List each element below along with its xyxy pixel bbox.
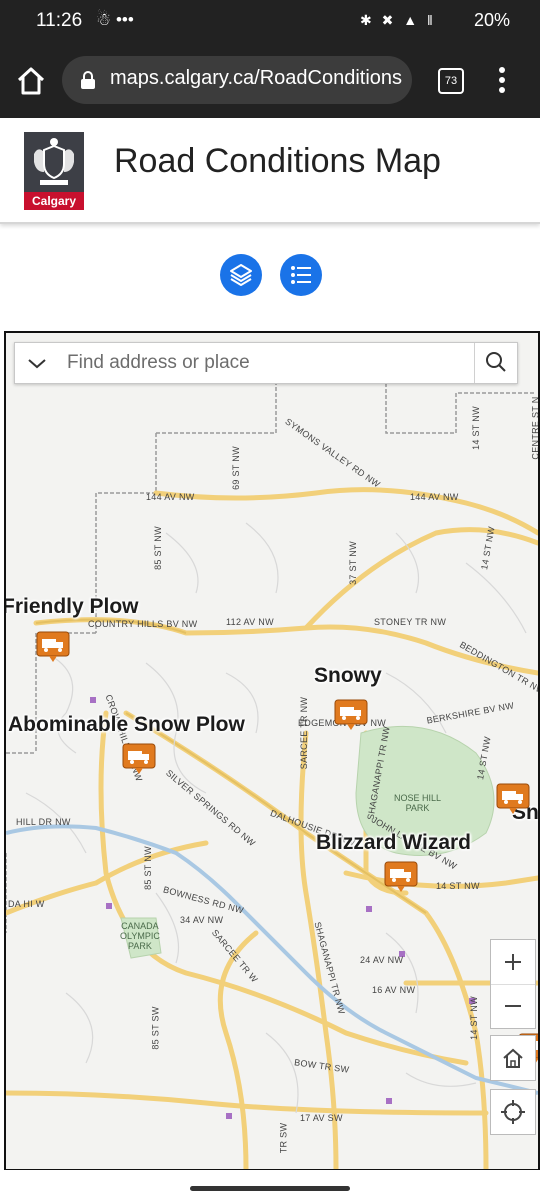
- search-button[interactable]: [474, 343, 517, 383]
- app-header: Calgary Road Conditions Map: [0, 118, 540, 224]
- snowplow-icon[interactable]: [122, 743, 156, 775]
- minus-icon: [505, 1005, 521, 1007]
- lock-icon: [78, 70, 98, 90]
- plow-label-abominable-snow-plow[interactable]: Abominable Snow Plow: [8, 713, 245, 737]
- tab-switcher-button[interactable]: 73: [438, 68, 464, 94]
- zoom-out-button[interactable]: [491, 984, 535, 1028]
- park-label-nose-hill: NOSE HILL PARK: [394, 793, 442, 813]
- map-view[interactable]: 144 AV NW 144 AV NW 69 ST NW 85 ST NW 14…: [4, 331, 540, 1171]
- road-label: 37 ST NW: [347, 541, 358, 585]
- snowplow-icon[interactable]: [36, 631, 70, 663]
- road-label: HILL DR NW: [16, 817, 71, 827]
- snowplow-icon[interactable]: [334, 699, 368, 731]
- road-label: COUNTRY HILLS BV NW: [88, 619, 198, 629]
- system-icons: ✱ ✖ ▲ ‖: [360, 12, 436, 28]
- gesture-handle[interactable]: [190, 1186, 350, 1191]
- road-label: 17 AV SW: [300, 1113, 343, 1123]
- plus-icon: [505, 954, 521, 970]
- plow-label-blizzard-wizard[interactable]: Blizzard Wizard: [316, 831, 471, 855]
- road-label: SARCEE TR NW: [299, 696, 310, 770]
- calgary-logo[interactable]: Calgary: [24, 132, 84, 210]
- road-label: 85 ST SW: [150, 1006, 161, 1050]
- plow-label-snowy[interactable]: Snowy: [314, 664, 382, 688]
- default-extent-button[interactable]: [490, 1035, 536, 1081]
- notification-icons: ☃ •••: [96, 10, 134, 29]
- system-nav-bar: [0, 1170, 540, 1200]
- road-label: 34 AV NW: [180, 915, 224, 925]
- layers-icon: [230, 264, 252, 286]
- battery-level: 20%: [473, 10, 510, 30]
- road-label: 14 ST NW: [470, 406, 481, 450]
- snowplow-icon[interactable]: [496, 783, 530, 815]
- status-bar: 11:26 ☃ ••• ✱ ✖ ▲ ‖ 20%: [0, 0, 540, 42]
- home-icon: [503, 1048, 523, 1068]
- search-icon: [486, 352, 506, 372]
- road-label: 14 ST NW: [436, 881, 480, 891]
- chevron-down-icon: [28, 359, 46, 369]
- park-label-olympic: CANADA OLYMPIC PARK: [120, 921, 160, 951]
- coat-of-arms-icon: [24, 132, 84, 192]
- search-input[interactable]: Find address or place: [67, 352, 250, 374]
- zoom-in-button[interactable]: [491, 940, 535, 985]
- road-label: 85 ST NW: [142, 846, 153, 890]
- url-text: maps.calgary.ca/RoadConditions: [110, 67, 403, 89]
- status-time: 11:26: [36, 10, 83, 31]
- road-label: 16 AV NW: [372, 985, 416, 995]
- road-label: 144 AV NW: [146, 492, 195, 502]
- browser-toolbar: maps.calgary.ca/RoadConditions 73: [0, 42, 540, 118]
- road-label: 24 AV NW: [360, 955, 404, 965]
- overflow-menu-icon[interactable]: [496, 64, 508, 96]
- road-label: DA HI W: [8, 899, 45, 909]
- search-widget: Find address or place: [14, 342, 518, 384]
- layers-button[interactable]: [220, 254, 262, 296]
- plow-label-friendly-plow[interactable]: Friendly Plow: [6, 595, 139, 619]
- road-label: STONEY TR NW: [374, 617, 447, 627]
- road-label: 69 ST NW: [230, 446, 241, 490]
- logo-wordmark: Calgary: [24, 192, 84, 210]
- locate-button[interactable]: [490, 1089, 536, 1135]
- crosshair-icon: [501, 1100, 525, 1124]
- list-icon: [291, 266, 311, 284]
- snowplow-icon[interactable]: [384, 861, 418, 893]
- road-label: CENTRE ST N: [530, 396, 540, 460]
- home-icon[interactable]: [14, 64, 48, 98]
- road-label: 14 ST NW: [468, 996, 479, 1040]
- page-title: Road Conditions Map: [114, 142, 441, 180]
- map-basemap[interactable]: [6, 333, 538, 1169]
- zoom-control: [490, 939, 536, 1029]
- road-label: 85 ST NW: [152, 526, 163, 570]
- road-label: 144 AV NW: [410, 492, 459, 502]
- legend-list-button[interactable]: [280, 254, 322, 296]
- address-bar[interactable]: maps.calgary.ca/RoadConditions: [62, 56, 412, 104]
- search-source-dropdown[interactable]: [15, 343, 59, 383]
- road-label: TR SW: [278, 1122, 289, 1154]
- road-label: 112 AV NW: [226, 617, 274, 627]
